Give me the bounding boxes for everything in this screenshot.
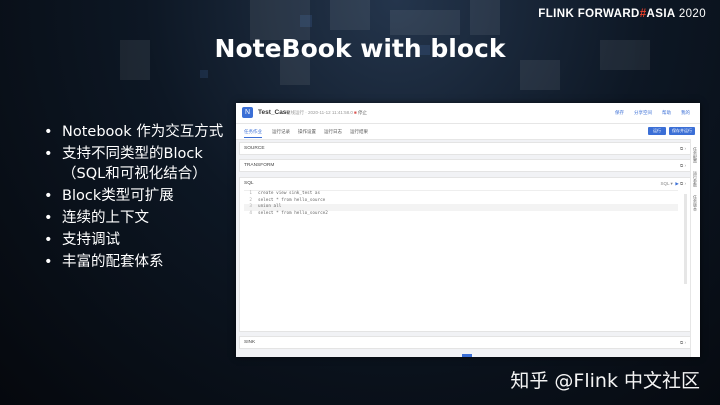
- run-block-icon[interactable]: ▶: [675, 181, 678, 186]
- top-link[interactable]: 我的: [681, 110, 690, 115]
- bullet-item: Block类型可扩展: [44, 186, 236, 206]
- feature-list: Notebook 作为交互方式 支持不同类型的Block（SQL和可视化结合） …: [44, 122, 236, 274]
- top-link[interactable]: 帮助: [662, 110, 671, 115]
- notebook-logo-icon: N: [242, 107, 253, 118]
- bullet-item: 丰富的配套体系: [44, 252, 236, 272]
- tab-run-results[interactable]: 运行结果: [350, 129, 368, 135]
- notebook-header: N Test_Case 在线运行 · 2020-11-12 11:41:58.0…: [236, 103, 700, 124]
- notebook-meta: 在线运行 · 2020-11-12 11:41:58.0: [286, 110, 353, 115]
- run-button[interactable]: 运行: [648, 127, 666, 135]
- top-link[interactable]: 分享空间: [634, 110, 652, 115]
- code-line: 4 select * from hello_source2: [249, 210, 328, 216]
- bullet-item: 支持调试: [44, 230, 236, 250]
- top-link[interactable]: 保存: [615, 110, 624, 115]
- block-actions-icon[interactable]: ⧉ ›: [680, 340, 686, 345]
- block-actions-icon[interactable]: ⧉ ›: [680, 146, 686, 151]
- stop-status[interactable]: ■ 停止: [354, 110, 367, 116]
- side-panel-item[interactable]: 任务版本: [693, 195, 698, 211]
- sql-block-toolbar: SQL ▾ ▶ ⧉ ›: [660, 181, 686, 186]
- editor-scrollbar[interactable]: [684, 194, 687, 284]
- sink-block[interactable]: SINK ⧉ ›: [239, 336, 691, 349]
- brand-logo: FLINK FORWARD#ASIA 2020: [538, 8, 706, 20]
- notebook-screenshot: N Test_Case 在线运行 · 2020-11-12 11:41:58.0…: [236, 103, 700, 357]
- side-panel-item[interactable]: 任务配置: [693, 147, 698, 163]
- tab-settings[interactable]: 操作设置: [298, 129, 316, 135]
- block-label: SOURCE: [244, 146, 265, 151]
- save-run-button[interactable]: 保存并运行: [669, 127, 695, 135]
- block-actions-icon[interactable]: ⧉ ›: [680, 163, 686, 168]
- top-links: 保存 分享空间 帮助 我的: [605, 110, 690, 116]
- add-block-button[interactable]: [462, 354, 472, 357]
- sql-block[interactable]: SQL SQL ▾ ▶ ⧉ › 1 create view sink_test a…: [239, 177, 691, 332]
- slide-title: NoteBook with block: [214, 34, 506, 63]
- source-block[interactable]: SOURCE ⧉ ›: [239, 142, 691, 155]
- sql-editor[interactable]: 1 create view sink_test as 2 select * from…: [244, 190, 678, 327]
- block-label: SQL: [244, 181, 254, 186]
- bullet-item: 连续的上下文: [44, 208, 236, 228]
- tab-run-logs[interactable]: 运行日志: [324, 129, 342, 135]
- block-label: SINK: [244, 340, 256, 345]
- status-dot-icon: ■: [354, 110, 357, 115]
- tab-run-records[interactable]: 运行记录: [272, 129, 290, 135]
- side-panel-item[interactable]: 运行参数: [693, 171, 698, 187]
- bullet-item: 支持不同类型的Block（SQL和可视化结合）: [44, 144, 236, 184]
- watermark: 知乎 @Flink 中文社区: [510, 370, 700, 392]
- block-label: TRANSFORM: [244, 163, 275, 168]
- side-panel: 任务配置 运行参数 任务版本: [690, 139, 700, 357]
- bullet-item: Notebook 作为交互方式: [44, 122, 236, 142]
- language-select[interactable]: SQL: [660, 181, 669, 186]
- transform-block[interactable]: TRANSFORM ⧉ ›: [239, 159, 691, 172]
- tab-jobs[interactable]: 任务作业: [244, 129, 262, 138]
- notebook-tabs: 任务作业 运行记录 操作设置 运行日志 运行结果 运行 保存并运行: [236, 124, 700, 140]
